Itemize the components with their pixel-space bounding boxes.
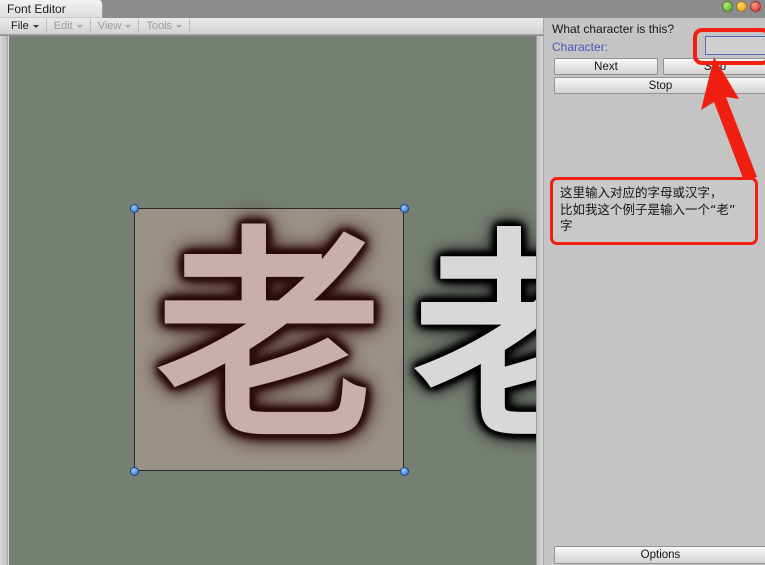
next-button[interactable]: Next (554, 58, 658, 75)
title-bar: Font Editor (0, 0, 765, 18)
canvas-scrollbar-left[interactable] (0, 36, 8, 565)
menu-item-view[interactable]: View (91, 19, 140, 33)
canvas-area: 老 老 (0, 36, 543, 565)
window-tab[interactable]: Font Editor (0, 0, 103, 18)
menu-item-edit[interactable]: Edit (47, 19, 91, 33)
selection-handle-top-left[interactable] (130, 204, 139, 213)
character-input[interactable] (705, 36, 765, 55)
maximize-button-icon[interactable] (736, 1, 747, 12)
chevron-down-icon (76, 24, 83, 28)
side-panel: What character is this? Character: Next … (543, 18, 765, 565)
selection-handle-top-right[interactable] (400, 204, 409, 213)
next-glyph[interactable]: 老 (413, 211, 536, 469)
window-title: Font Editor (7, 1, 66, 16)
menu-item-file-label: File (11, 20, 29, 32)
stop-button[interactable]: Stop (554, 77, 765, 94)
selection-handle-bottom-right[interactable] (400, 467, 409, 476)
minimize-button-icon[interactable] (722, 1, 733, 12)
chevron-down-icon (176, 24, 183, 28)
selection-handle-bottom-left[interactable] (130, 467, 139, 476)
question-label: What character is this? (552, 22, 675, 36)
font-editor-window: Font Editor File Edit View Tools 老 老 Wha… (0, 0, 765, 565)
close-button-icon[interactable] (750, 1, 761, 12)
canvas-scrollbar-right[interactable] (536, 36, 543, 565)
chevron-down-icon (32, 24, 39, 28)
glyph-canvas[interactable]: 老 老 (9, 36, 536, 565)
character-field-label: Character: (552, 40, 609, 54)
menu-item-edit-label: Edit (53, 20, 73, 32)
chevron-down-icon (125, 24, 132, 28)
menu-item-file[interactable]: File (4, 19, 47, 33)
menu-item-tools[interactable]: Tools (139, 19, 191, 33)
menu-item-tools-label: Tools (146, 20, 173, 32)
menu-item-view-label: View (97, 20, 122, 32)
options-button[interactable]: Options (554, 546, 765, 564)
window-controls (722, 1, 761, 12)
selected-glyph[interactable]: 老 (134, 208, 404, 471)
skip-button[interactable]: Skip (663, 58, 765, 75)
